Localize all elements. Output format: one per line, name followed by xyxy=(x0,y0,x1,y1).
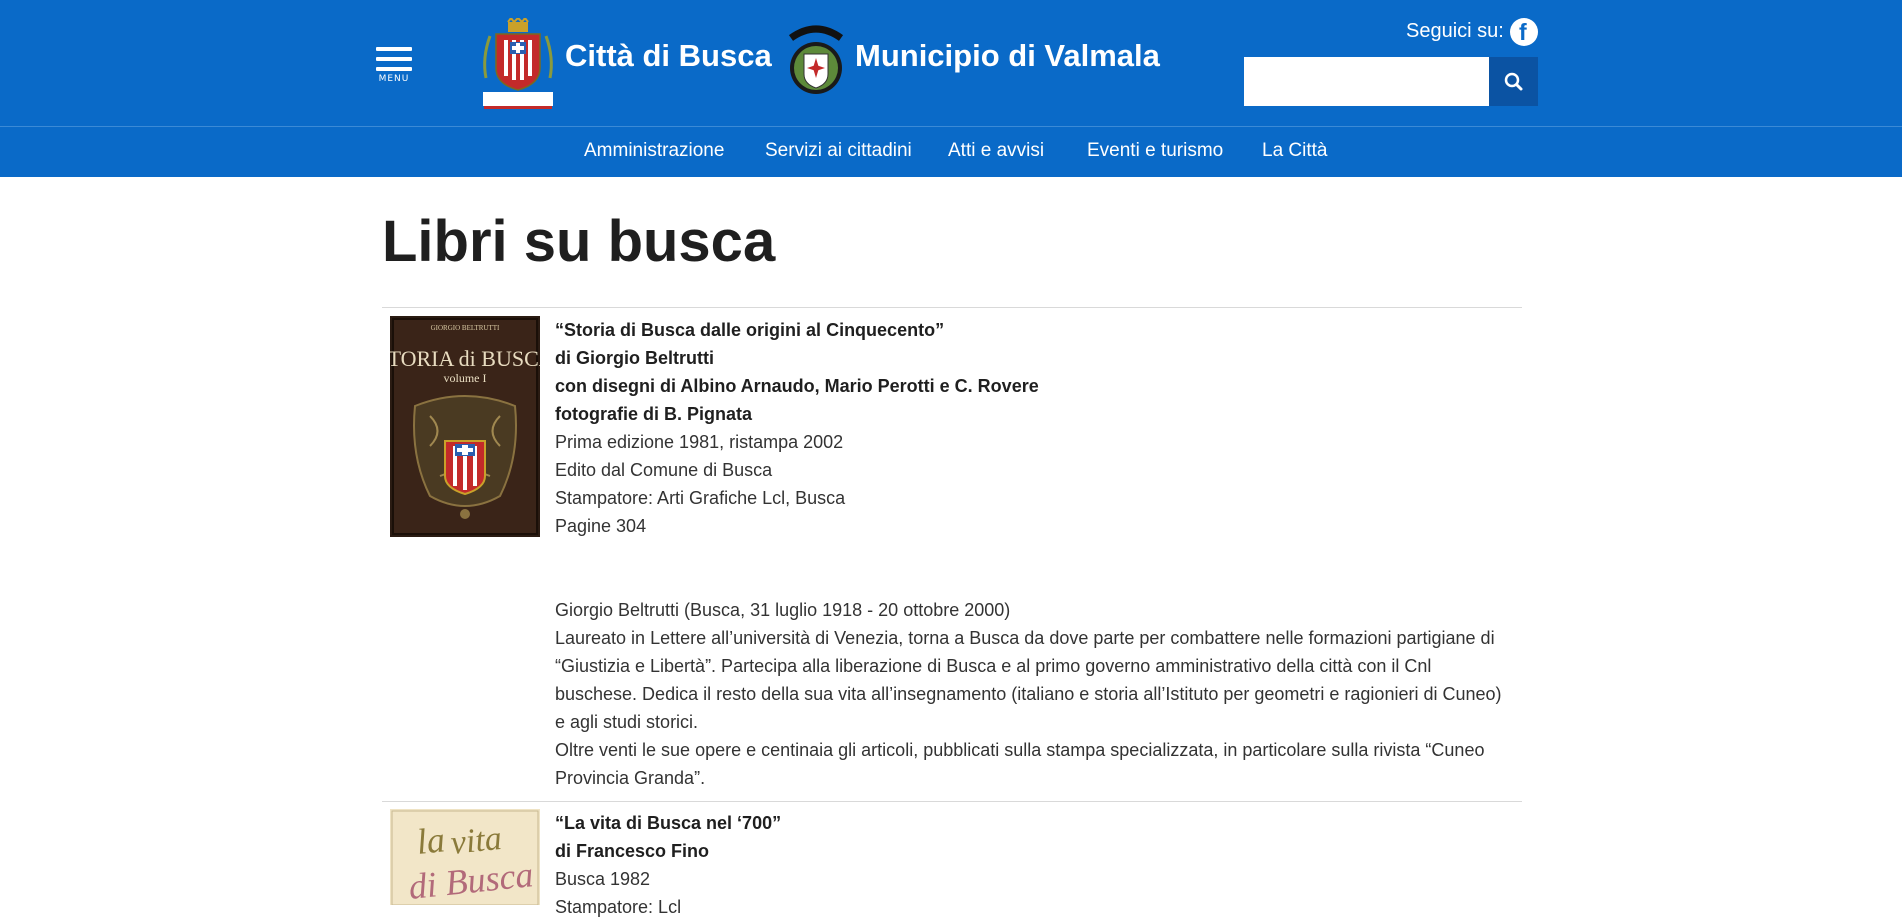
book-edition: Prima edizione 1981, ristampa 2002 xyxy=(555,432,844,452)
search-button[interactable] xyxy=(1489,57,1538,106)
nav-item-la-citta[interactable]: La Città xyxy=(1262,140,1327,162)
hamburger-icon xyxy=(376,47,412,51)
book-photographer: fotografie di B. Pignata xyxy=(555,404,753,424)
menu-button[interactable]: MENU xyxy=(376,47,412,87)
book-edition: Busca 1982 xyxy=(555,869,651,889)
book-author: di Giorgio Beltrutti xyxy=(555,348,714,368)
divider xyxy=(382,801,1522,802)
book-cover-la-vita-di-busca-image[interactable]: la vita di Busca xyxy=(390,809,540,905)
facebook-icon[interactable]: f xyxy=(1510,18,1538,46)
book-cover-storia-di-busca-image[interactable]: GIORGIO BELTRUTTI STORIA di BUSCA volume… xyxy=(390,316,540,537)
svg-text:STORIA di BUSCA: STORIA di BUSCA xyxy=(390,346,540,371)
hamburger-bar xyxy=(376,67,412,71)
facebook-glyph: f xyxy=(1519,19,1527,45)
author-bio: Giorgio Beltrutti (Busca, 31 luglio 1918… xyxy=(555,596,1510,792)
hamburger-bar xyxy=(376,57,412,61)
page-title: Libri su busca xyxy=(382,209,776,274)
valmala-seal-logo[interactable] xyxy=(785,24,847,98)
menu-label: MENU xyxy=(378,74,410,84)
book-printer: Stampatore: Arti Grafiche Lcl, Busca xyxy=(555,488,846,508)
svg-text:la: la xyxy=(415,819,447,862)
nav-item-servizi[interactable]: Servizi ai cittadini xyxy=(765,140,912,162)
nav-item-eventi[interactable]: Eventi e turismo xyxy=(1087,140,1223,162)
nav-item-atti[interactable]: Atti e avvisi xyxy=(948,140,1044,162)
book-info: “Storia di Busca dalle origini al Cinque… xyxy=(555,316,1039,540)
book-author: di Francesco Fino xyxy=(555,841,710,861)
book-info: “La vita di Busca nel ‘700” di Francesco… xyxy=(555,809,781,921)
svg-text:vita: vita xyxy=(449,820,504,862)
author-bio-works: Oltre venti le sue opere e centinaia gli… xyxy=(555,740,1485,788)
book-printer: Stampatore: Lcl xyxy=(555,897,682,917)
busca-coat-of-arms-logo[interactable] xyxy=(480,18,556,110)
brand-secondary-link[interactable]: Municipio di Valmala xyxy=(855,38,1160,74)
book-publisher: Edito dal Comune di Busca xyxy=(555,460,773,480)
author-bio-name: Giorgio Beltrutti (Busca, 31 luglio 1918… xyxy=(555,600,1011,620)
book-title: “Storia di Busca dalle origini al Cinque… xyxy=(555,320,945,340)
svg-text:GIORGIO BELTRUTTI: GIORGIO BELTRUTTI xyxy=(431,324,500,332)
search-icon xyxy=(1504,72,1523,91)
search-input[interactable] xyxy=(1244,57,1489,106)
author-bio-text: Laureato in Lettere all’università di Ve… xyxy=(555,628,1502,732)
divider xyxy=(382,307,1522,308)
book-illustrators: con disegni di Albino Arnaudo, Mario Per… xyxy=(555,376,1039,396)
brand-primary-link[interactable]: Città di Busca xyxy=(565,38,772,74)
follow-us-label: Seguici su: xyxy=(1406,20,1504,42)
book-title: “La vita di Busca nel ‘700” xyxy=(555,813,782,833)
nav-item-amministrazione[interactable]: Amministrazione xyxy=(584,140,724,162)
svg-text:volume I: volume I xyxy=(444,371,487,385)
book-pages: Pagine 304 xyxy=(555,516,647,536)
